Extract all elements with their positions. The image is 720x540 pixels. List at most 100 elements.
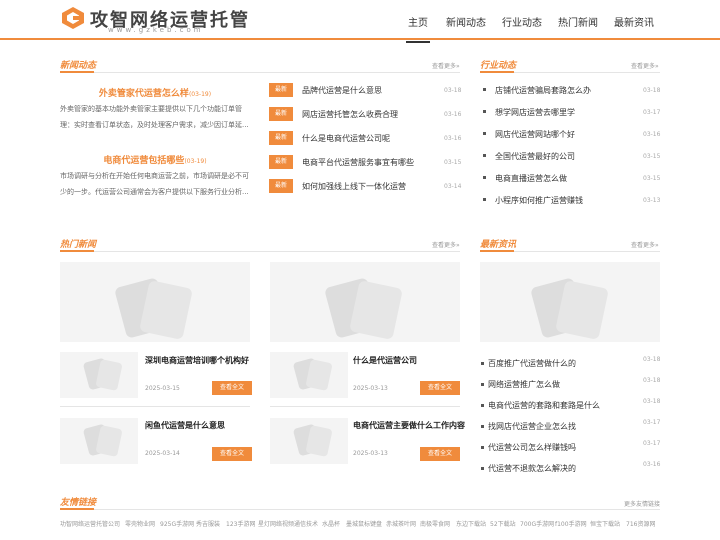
friend-link[interactable]: 赤城茶叶网 [386,519,416,528]
nav-home[interactable]: 主页 [406,14,430,43]
card-thumbnail[interactable] [60,418,138,464]
hot-divider [60,251,460,252]
friend-link[interactable]: 墨城鼠标键盘 [346,519,382,528]
friend-link[interactable]: 秀吉服装 [196,519,220,528]
news-section-title: 新闻动态 [60,61,97,71]
friend-link[interactable]: 星灯网络视频通信技术 [258,519,318,528]
friend-link[interactable]: 123手游网 [226,519,255,528]
latest-list-item[interactable]: 代运营公司怎么样赚钱吗 [488,442,576,453]
nav-hot[interactable]: 热门新闻 [558,14,598,29]
links-divider [60,509,660,510]
new-badge: 最新 [269,131,293,145]
bullet-icon [481,404,484,407]
friend-link[interactable]: 700G手游网 [520,519,554,528]
card-title[interactable]: 深圳电商运营培训哪个机构好 [145,354,260,367]
friend-link[interactable]: 52下载站 [490,519,516,528]
card-date: 2025-03-15 [145,385,180,392]
latest-list-date: 03-17 [643,440,661,447]
bullet-icon [483,88,486,91]
bullet-icon [481,446,484,449]
nav-industry[interactable]: 行业动态 [502,14,542,29]
card-title[interactable]: 闲鱼代运营是什么意思 [145,419,260,432]
friend-link[interactable]: 恒宝下载站 [590,519,620,528]
card-title[interactable]: 电商代运营主要做什么工作内容 [353,419,468,432]
news-more-link[interactable]: 查看更多» [432,61,460,70]
news-list-date: 03-15 [444,159,462,166]
read-more-button[interactable]: 查看全文 [212,447,252,461]
friend-link[interactable]: 南极零食网 [420,519,450,528]
new-badge: 最新 [269,155,293,169]
industry-section-title: 行业动态 [480,61,517,71]
latest-list-item[interactable]: 百度推广代运营做什么的 [488,358,576,369]
industry-list-item[interactable]: 想学网店运营去哪里学 [495,107,575,118]
friend-link[interactable]: 水晶杯 [322,519,340,528]
latest-list-date: 03-18 [643,356,661,363]
industry-list-item[interactable]: 店铺代运营骗局套路怎么办 [495,85,591,96]
featured-title[interactable]: 外卖管家代运营怎么样(03-19) [60,86,250,99]
nav-latest[interactable]: 最新资讯 [614,14,654,29]
latest-list-item[interactable]: 找网店代运营企业怎么找 [488,421,576,432]
industry-list-item[interactable]: 小程序如何推广运营赚钱 [495,195,583,206]
industry-list-date: 03-15 [643,175,661,182]
bullet-icon [483,110,486,113]
card-divider [60,406,250,407]
nav-news[interactable]: 新闻动态 [446,14,486,29]
latest-list-date: 03-16 [643,461,661,468]
news-list-date: 03-14 [444,183,462,190]
industry-list-date: 03-15 [643,153,661,160]
news-list-item[interactable]: 网店运营托管怎么收费合理 [302,109,398,120]
industry-list-item[interactable]: 网店代运营网站哪个好 [495,129,575,140]
industry-more-link[interactable]: 查看更多» [631,61,659,70]
news-list-item[interactable]: 如何加强线上线下一体化运营 [302,181,406,192]
latest-list-item[interactable]: 代运营不退款怎么解决的 [488,463,576,474]
latest-list-item[interactable]: 电商代运营的套路和套路是什么 [488,400,600,411]
new-badge: 最新 [269,83,293,97]
friend-link[interactable]: 东边下载站 [456,519,486,528]
industry-list-item[interactable]: 电商直播运营怎么做 [495,173,567,184]
news-list-item[interactable]: 什么是电商代运营公司呢 [302,133,390,144]
featured-summary: 外卖管家的基本功能外卖管家主要提供以下几个功能订单管理：实时查看订单状态，及时处… [60,105,249,129]
bullet-icon [483,132,486,135]
industry-list-date: 03-18 [643,87,661,94]
card-divider [270,406,460,407]
latest-list-date: 03-17 [643,419,661,426]
card-title[interactable]: 什么是代运营公司 [353,354,468,367]
logo-icon [62,7,84,29]
news-divider [60,72,460,73]
industry-list-date: 03-17 [643,109,661,116]
bullet-icon [483,176,486,179]
card-thumbnail[interactable] [60,352,138,398]
industry-title-underline [480,71,514,73]
read-more-button[interactable]: 查看全文 [212,381,252,395]
friend-link[interactable]: 925G手游网 [160,519,194,528]
latest-list-item[interactable]: 网络运营推广怎么做 [488,379,560,390]
friend-link[interactable]: 零壳物业网 [125,519,155,528]
industry-list-date: 03-13 [643,197,661,204]
latest-more-link[interactable]: 查看更多» [631,240,659,249]
news-list-item[interactable]: 品牌代运营是什么意思 [302,85,382,96]
featured-summary: 市场调研与分析在开始任何电商运营之前，市场调研是必不可少的一步。代运营公司通常会… [60,172,249,196]
image-placeholder [270,262,460,342]
read-more-button[interactable]: 查看全文 [420,381,460,395]
card-thumbnail[interactable] [270,352,348,398]
read-more-button[interactable]: 查看全文 [420,447,460,461]
bullet-icon [481,425,484,428]
card-date: 2025-03-13 [353,450,388,457]
latest-section-title: 最新资讯 [480,240,517,250]
image-placeholder [480,262,660,342]
news-list-date: 03-18 [444,87,462,94]
links-more-link[interactable]: 更多友情链接 [624,499,660,508]
friend-link[interactable]: 716资源网 [626,519,655,528]
featured-title[interactable]: 电商代运营包括哪些(03-19) [60,153,250,166]
industry-list-item[interactable]: 全国代运营最好的公司 [495,151,575,162]
news-list-item[interactable]: 电商平台代运营服务事宜有哪些 [302,157,414,168]
industry-list-date: 03-16 [643,131,661,138]
bullet-icon [481,467,484,470]
hot-title-underline [60,250,94,252]
brand-domain: www.gzkeb.com [108,26,204,34]
friend-link[interactable]: f100手游网 [555,519,587,528]
links-section-title: 友情链接 [60,498,97,508]
hot-more-link[interactable]: 查看更多» [432,240,460,249]
card-thumbnail[interactable] [270,418,348,464]
friend-link[interactable]: 功智网络运营托管公司 [60,519,120,528]
